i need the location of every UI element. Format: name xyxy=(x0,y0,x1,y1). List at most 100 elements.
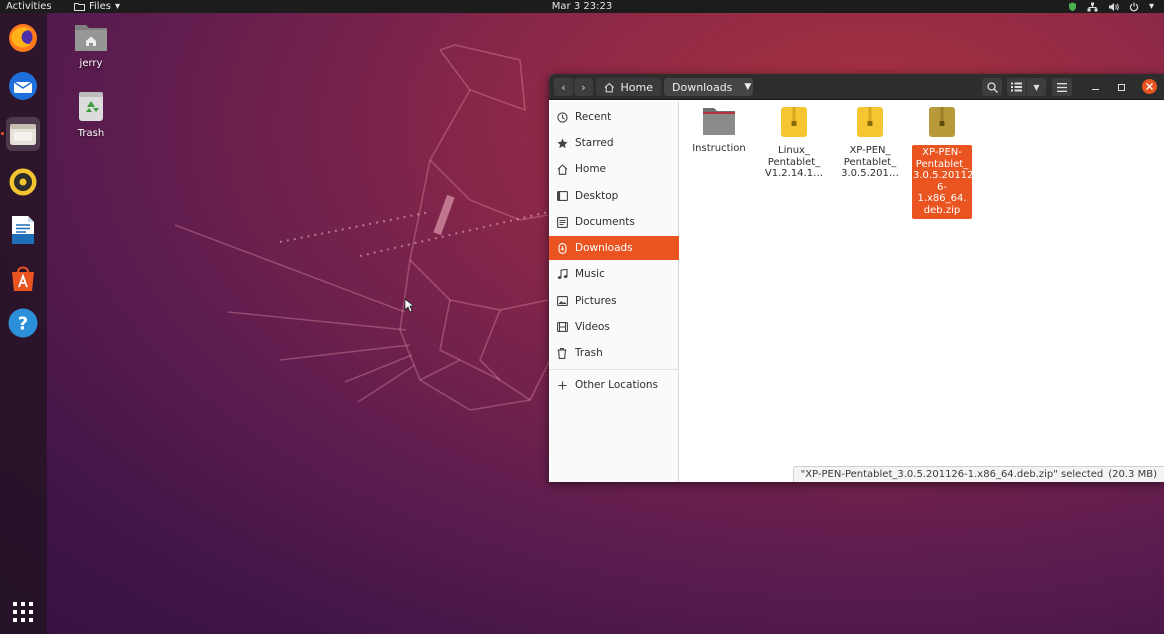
dock-thunderbird[interactable] xyxy=(6,69,40,103)
home-icon xyxy=(557,163,567,175)
search-icon xyxy=(986,81,998,93)
dock-ubuntu-software[interactable] xyxy=(6,261,40,295)
path-downloads-button[interactable]: Downloads ▼ xyxy=(664,78,753,96)
sidebar-item-starred[interactable]: Starred xyxy=(549,131,679,155)
selection-status-bar: "XP-PEN-Pentablet_3.0.5.201126-1.x86_64.… xyxy=(792,466,1164,482)
clock-icon xyxy=(556,111,568,123)
file-view: Instruction Linux_ Pentablet_ V1.2.14.1… xyxy=(680,101,1164,482)
sidebar-item-desktop[interactable]: Desktop xyxy=(549,184,679,208)
home-folder-icon xyxy=(75,25,107,51)
sidebar-item-home[interactable]: Home xyxy=(549,157,679,181)
file-name-line: Pentablet_ xyxy=(767,156,821,168)
header-bar: ‹ › Home Downloads ▼ ▼ xyxy=(549,74,1164,100)
close-button[interactable] xyxy=(1142,79,1157,94)
desktop-icon-trash[interactable]: Trash xyxy=(61,90,121,139)
thunderbird-icon xyxy=(9,72,37,100)
file-name-line: XP-PEN_ xyxy=(849,145,891,156)
sidebar-item-videos[interactable]: Videos xyxy=(549,315,679,339)
sidebar-item-trash[interactable]: Trash xyxy=(549,341,679,365)
dock-writer[interactable] xyxy=(6,213,40,247)
sidebar-item-documents[interactable]: Documents xyxy=(549,210,679,234)
file-name-line: 3.0.5.201… xyxy=(841,168,899,179)
chevron-down-icon: ▼ xyxy=(744,82,752,92)
mouse-cursor-icon xyxy=(404,298,414,313)
file-item-xp-pen-deb-zip[interactable]: XP-PEN- Pentablet_ 3.0.5.20112 6-1.x86_6… xyxy=(912,106,973,219)
firefox-icon xyxy=(9,24,37,52)
sidebar-item-label: Recent xyxy=(575,111,612,123)
list-view-icon xyxy=(1011,82,1022,92)
sidebar-item-music[interactable]: Music xyxy=(549,262,679,286)
status-size: (20.3 MB) xyxy=(1108,469,1157,480)
file-name-line: V1.2.14.1… xyxy=(764,168,824,179)
search-button[interactable] xyxy=(982,78,1002,96)
home-icon xyxy=(604,82,614,92)
power-icon xyxy=(1129,2,1139,11)
download-icon xyxy=(557,242,567,254)
documents-icon xyxy=(556,216,568,228)
sidebar-item-label: Documents xyxy=(575,216,635,228)
dock-firefox[interactable] xyxy=(6,21,40,55)
forward-button[interactable]: › xyxy=(574,78,593,96)
sidebar-item-other-locations[interactable]: Other Locations xyxy=(549,373,679,397)
file-name-line: Pentablet_ xyxy=(843,156,897,168)
desktop-icon xyxy=(556,191,568,201)
system-tray[interactable]: ▾ xyxy=(1068,0,1154,13)
maximize-button[interactable] xyxy=(1114,80,1128,94)
file-name-line: Pentablet_ xyxy=(915,158,969,170)
sidebar-item-label: Music xyxy=(575,268,605,280)
menu-button[interactable] xyxy=(1052,78,1072,96)
view-options-button[interactable]: ▼ xyxy=(1027,78,1046,96)
app-menu-files[interactable]: Files ▾ xyxy=(74,0,120,13)
folder-icon xyxy=(703,108,735,135)
maximize-icon xyxy=(1117,83,1125,91)
back-button[interactable]: ‹ xyxy=(554,78,573,96)
clock[interactable]: Mar 3 23:23 xyxy=(552,1,612,12)
desktop-icon-jerry[interactable]: jerry xyxy=(61,22,121,69)
svg-text:?: ? xyxy=(18,314,28,335)
dock-help[interactable]: ? xyxy=(6,306,40,340)
zip-archive-icon xyxy=(781,107,807,137)
desktop-icon-label: jerry xyxy=(79,58,103,69)
help-icon: ? xyxy=(8,308,38,338)
path-current-label: Downloads xyxy=(672,80,733,94)
view-list-button[interactable] xyxy=(1007,78,1026,96)
file-name: Instruction xyxy=(686,143,752,155)
file-name: XP-PEN_ Pentablet_ 3.0.5.201… xyxy=(837,145,903,180)
top-bar: Activities Files ▾ Mar 3 23:23 ▾ xyxy=(0,0,1164,13)
show-applications-button[interactable] xyxy=(6,595,40,629)
pictures-icon xyxy=(556,296,568,306)
files-window: ‹ › Home Downloads ▼ ▼ Recent Starred Ho… xyxy=(549,74,1164,482)
sidebar-divider xyxy=(549,369,679,370)
sidebar-item-recent[interactable]: Recent xyxy=(549,105,679,129)
sidebar-item-downloads[interactable]: Downloads xyxy=(549,236,679,260)
writer-icon xyxy=(12,216,34,244)
file-name-line: Linux_ xyxy=(778,145,810,156)
file-name-line: Instruction xyxy=(692,143,746,154)
minimize-button[interactable] xyxy=(1088,80,1102,94)
chevron-down-icon: ▼ xyxy=(1033,82,1040,92)
trash-icon xyxy=(79,92,103,121)
file-item-xp-pen-pentablet[interactable]: XP-PEN_ Pentablet_ 3.0.5.201… xyxy=(837,106,903,180)
file-name-line: XP-PEN- xyxy=(922,147,962,158)
path-home-button[interactable]: Home xyxy=(596,78,661,96)
sidebar-item-label: Pictures xyxy=(575,295,617,307)
dock-active-indicator xyxy=(1,132,4,135)
dock-rhythmbox[interactable] xyxy=(6,165,40,199)
dock-files[interactable] xyxy=(6,117,40,151)
files-icon xyxy=(10,124,36,145)
status-text: "XP-PEN-Pentablet_3.0.5.201126-1.x86_64.… xyxy=(800,469,1104,480)
file-item-linux-pentablet[interactable]: Linux_ Pentablet_ V1.2.14.1… xyxy=(761,106,827,180)
file-item-instruction[interactable]: Instruction xyxy=(686,106,752,155)
music-icon xyxy=(557,268,568,279)
sidebar-item-label: Home xyxy=(575,163,607,175)
hamburger-icon xyxy=(1057,82,1067,92)
file-name-line: deb.zip xyxy=(923,204,961,216)
sidebar-item-pictures[interactable]: Pictures xyxy=(549,289,679,313)
trash-icon xyxy=(557,347,567,359)
activities-button[interactable]: Activities xyxy=(6,0,52,13)
chevron-down-icon: ▾ xyxy=(1148,1,1154,12)
zip-archive-icon xyxy=(857,107,883,137)
sidebar-item-label: Trash xyxy=(575,347,603,359)
sidebar-item-label: Videos xyxy=(575,321,610,333)
chevron-left-icon: ‹ xyxy=(561,80,566,94)
